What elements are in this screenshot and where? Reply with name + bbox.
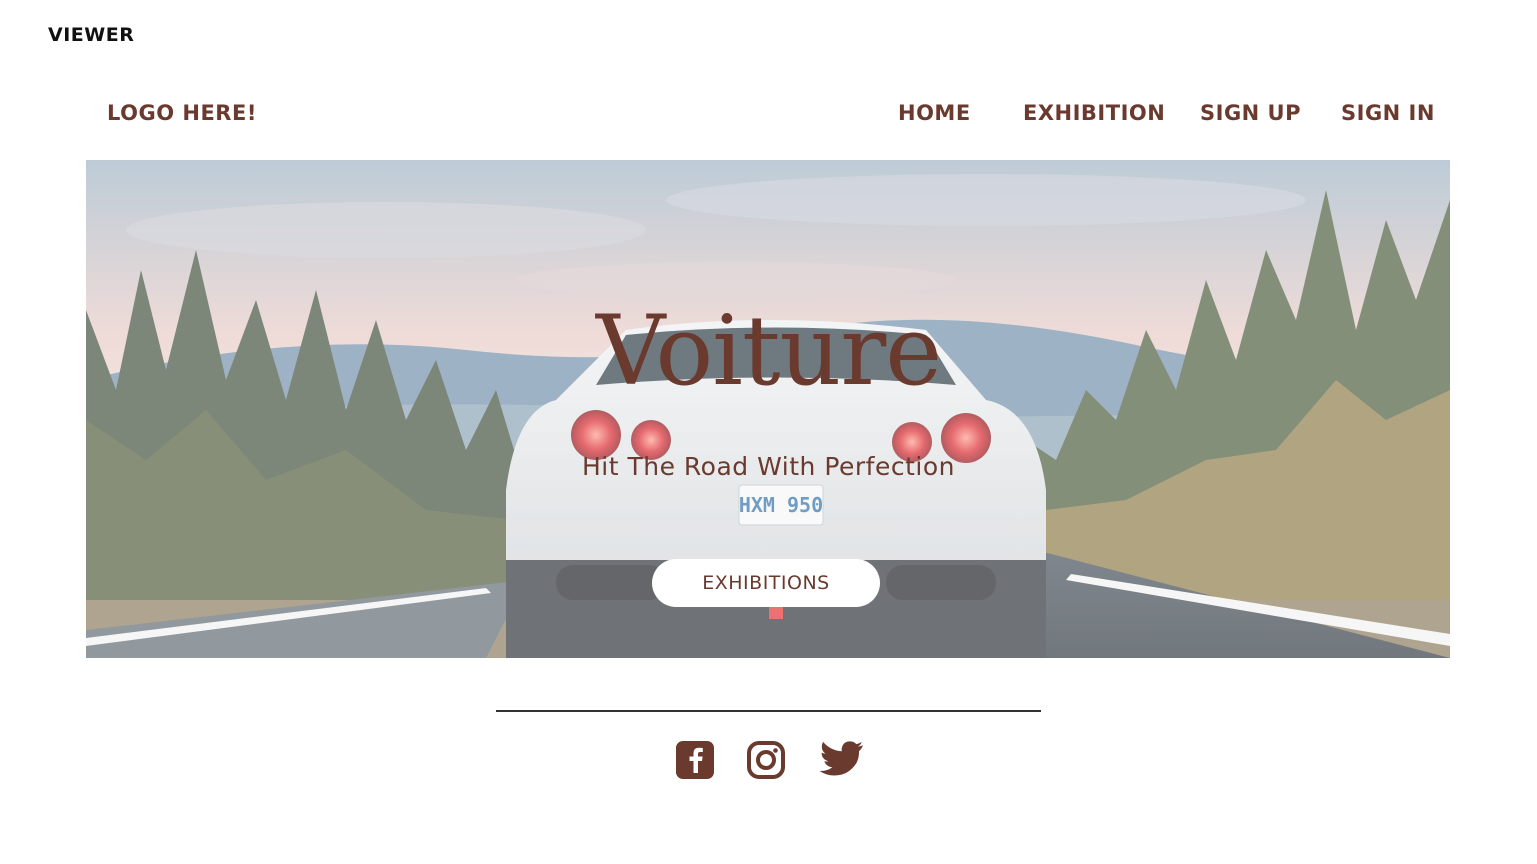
instagram-icon xyxy=(747,741,785,779)
hero-subtitle: Hit The Road With Perfection xyxy=(582,452,955,481)
nav-exhibition-link[interactable]: EXHIBITION xyxy=(1023,101,1165,125)
nav-sign-up-link[interactable]: SIGN UP xyxy=(1200,101,1301,125)
viewer-label: VIEWER xyxy=(48,24,135,46)
exhibitions-button[interactable]: EXHIBITIONS xyxy=(652,559,880,607)
facebook-link[interactable] xyxy=(675,740,715,780)
logo[interactable]: LOGO HERE! xyxy=(107,101,257,125)
nav-home-link[interactable]: HOME xyxy=(898,101,971,125)
facebook-icon xyxy=(676,741,714,779)
instagram-link[interactable] xyxy=(746,740,786,780)
hero-title: Voiture xyxy=(595,295,942,407)
twitter-icon xyxy=(819,741,863,776)
twitter-link[interactable] xyxy=(818,740,864,780)
footer-divider xyxy=(496,710,1041,712)
nav-sign-in-link[interactable]: SIGN IN xyxy=(1341,101,1435,125)
